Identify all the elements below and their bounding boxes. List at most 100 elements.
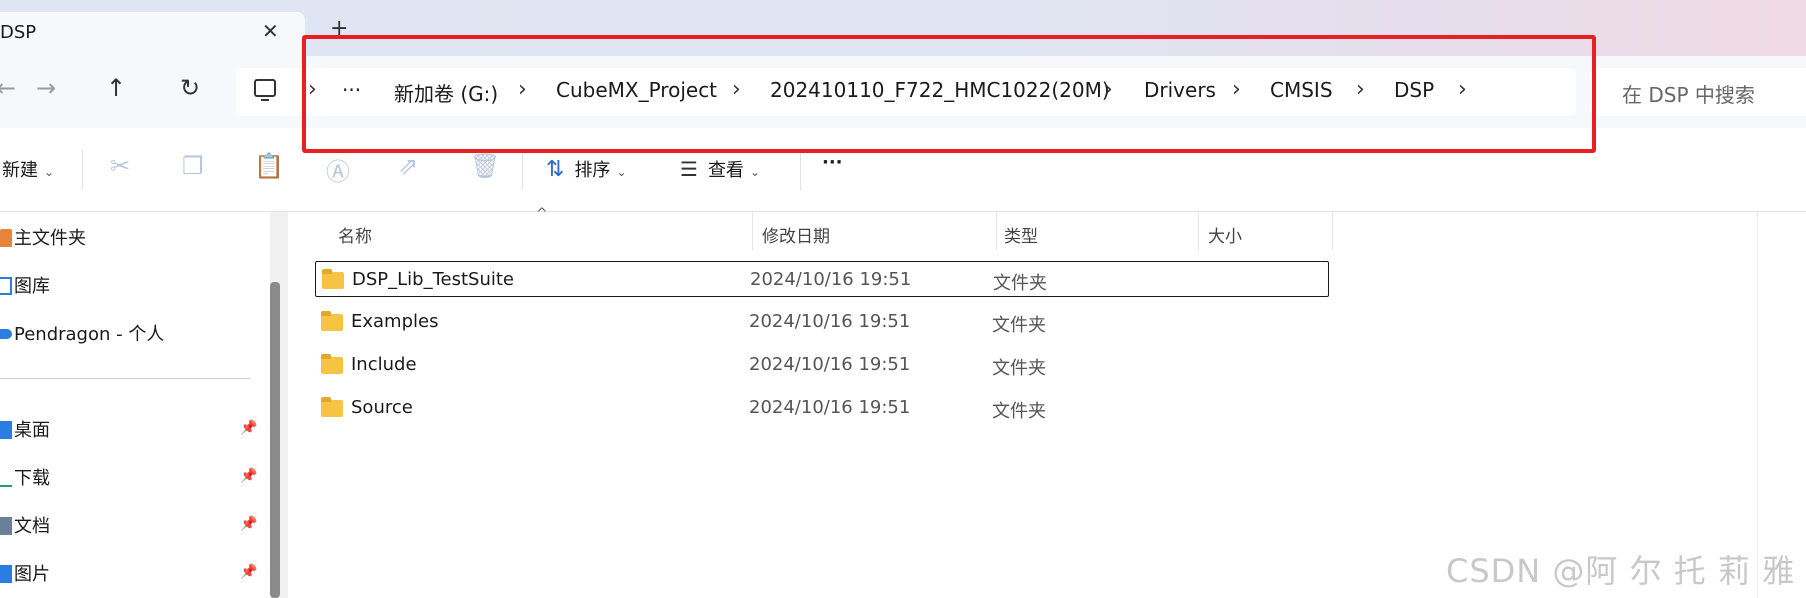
arrow-left-icon[interactable]: ← <box>0 74 16 102</box>
close-icon[interactable]: ✕ <box>262 19 279 43</box>
paste-icon[interactable]: 📋 <box>254 152 284 180</box>
column-header-modified[interactable]: 修改日期 <box>762 222 830 247</box>
sidebar-item-label: Pendragon - 个人 <box>14 324 165 345</box>
new-label: 新建 <box>2 160 38 181</box>
gallery-icon <box>0 277 12 295</box>
sidebar-item-label: 文档 <box>14 516 50 537</box>
folder-icon <box>322 269 344 289</box>
chevron-right-icon[interactable]: › <box>732 77 741 102</box>
download-icon <box>0 469 12 487</box>
refresh-icon[interactable]: ↻ <box>180 74 200 102</box>
column-header-size[interactable]: 大小 <box>1208 222 1242 247</box>
breadcrumb-folder[interactable]: 202410110_F722_HMC1022(20M) <box>770 78 1110 102</box>
sidebar-item-onedrive[interactable]: Pendragon - 个人 <box>0 320 164 346</box>
chevron-right-icon[interactable]: › <box>1104 77 1113 102</box>
divider <box>522 150 523 190</box>
column-divider[interactable] <box>996 212 997 250</box>
sidebar-item-desktop[interactable]: 桌面 <box>0 416 50 442</box>
column-divider[interactable] <box>1332 212 1333 250</box>
folder-icon <box>321 354 343 374</box>
column-header-type[interactable]: 类型 <box>1004 222 1038 247</box>
view-icon: ☰ <box>680 157 698 181</box>
sidebar-divider <box>0 378 250 379</box>
tab-dsp[interactable]: DSP ✕ <box>0 12 305 62</box>
sidebar-item-label: 主文件夹 <box>14 228 86 249</box>
chevron-down-icon: ⌄ <box>616 165 627 179</box>
column-divider[interactable] <box>1198 212 1199 250</box>
breadcrumb-drive[interactable]: 新加卷 (G:) <box>394 78 498 107</box>
address-bar[interactable]: › ··· 新加卷 (G:) › CubeMX_Project › 202410… <box>236 68 1576 116</box>
plus-icon[interactable]: + <box>330 16 348 41</box>
sort-ascending-icon: ^ <box>536 206 548 222</box>
file-name: Source <box>351 397 413 418</box>
this-pc-icon[interactable] <box>254 79 276 101</box>
file-type: 文件夹 <box>992 358 1046 379</box>
cut-icon[interactable]: ✂ <box>110 152 130 180</box>
table-row[interactable]: DSP_Lib_TestSuite 2024/10/16 19:51 文件夹 <box>315 261 1329 297</box>
search-box[interactable]: 在 DSP 中搜索 <box>1590 68 1806 116</box>
file-modified: 2024/10/16 19:51 <box>750 269 912 290</box>
file-modified: 2024/10/16 19:51 <box>749 397 911 418</box>
share-icon[interactable]: ⇗ <box>398 152 418 180</box>
pin-icon[interactable]: 📌 <box>240 420 257 436</box>
sort-label: 排序 <box>574 160 611 181</box>
file-name: DSP_Lib_TestSuite <box>352 269 515 290</box>
sidebar-item-gallery[interactable]: 图库 <box>0 272 50 298</box>
arrow-right-icon[interactable]: → <box>36 74 56 102</box>
breadcrumb-dsp[interactable]: DSP <box>1394 78 1434 102</box>
column-divider[interactable] <box>752 212 753 250</box>
sort-button[interactable]: ⇅ 排序 ⌄ <box>546 156 627 182</box>
file-name: Examples <box>351 311 439 332</box>
table-row[interactable]: Source 2024/10/16 19:51 文件夹 <box>315 390 1329 426</box>
column-header-name[interactable]: 名称 <box>338 222 372 247</box>
tab-strip: DSP ✕ + <box>0 0 1806 62</box>
breadcrumb-more[interactable]: ··· <box>342 78 361 102</box>
address-row: ← → ↑ ↻ › ··· 新加卷 (G:) › CubeMX_Project … <box>0 56 1806 128</box>
sidebar-item-label: 图库 <box>14 276 50 297</box>
pin-icon[interactable]: 📌 <box>240 468 257 484</box>
onedrive-icon <box>0 329 12 339</box>
divider <box>82 150 83 190</box>
view-button[interactable]: ☰ 查看 ⌄ <box>680 156 760 182</box>
sidebar-item-pictures[interactable]: 图片 <box>0 560 50 586</box>
sidebar-item-home[interactable]: 主文件夹 <box>0 224 86 250</box>
breadcrumb-cmsis[interactable]: CMSIS <box>1270 78 1333 102</box>
search-placeholder: 在 DSP 中搜索 <box>1622 83 1755 107</box>
chevron-right-icon[interactable]: › <box>1458 77 1467 102</box>
sidebar-item-label: 图片 <box>14 564 50 585</box>
folder-icon <box>321 311 343 331</box>
copy-icon[interactable]: ❐ <box>182 152 204 180</box>
rename-icon[interactable]: Ⓐ <box>326 152 350 187</box>
command-bar: 新建 ⌄ ✂ ❐ 📋 Ⓐ ⇗ 🗑 ⇅ 排序 ⌄ ☰ 查看 ⌄ ··· <box>0 128 1806 212</box>
desktop-icon <box>0 421 12 439</box>
chevron-right-icon[interactable]: › <box>1232 77 1241 102</box>
file-type: 文件夹 <box>992 401 1046 422</box>
documents-icon <box>0 517 12 535</box>
breadcrumb-project[interactable]: CubeMX_Project <box>556 78 717 102</box>
more-options-button[interactable]: ··· <box>822 152 843 173</box>
arrow-up-icon[interactable]: ↑ <box>106 74 126 102</box>
chevron-right-icon[interactable]: › <box>1356 77 1365 102</box>
chevron-right-icon[interactable]: › <box>518 77 527 102</box>
pin-icon[interactable]: 📌 <box>240 564 257 580</box>
table-row[interactable]: Examples 2024/10/16 19:51 文件夹 <box>315 304 1329 340</box>
delete-icon[interactable]: 🗑 <box>470 152 500 180</box>
new-button[interactable]: 新建 ⌄ <box>2 156 54 182</box>
view-label: 查看 <box>707 160 744 181</box>
chevron-right-icon[interactable]: › <box>308 77 317 102</box>
sidebar-item-label: 下载 <box>14 468 50 489</box>
table-row[interactable]: Include 2024/10/16 19:51 文件夹 <box>315 347 1329 383</box>
sidebar-item-documents[interactable]: 文档 <box>0 512 50 538</box>
file-modified: 2024/10/16 19:51 <box>749 311 911 332</box>
breadcrumb-drivers[interactable]: Drivers <box>1144 78 1216 102</box>
file-name: Include <box>351 354 417 375</box>
sort-icon: ⇅ <box>546 157 565 182</box>
tab-title: DSP <box>0 22 37 43</box>
pin-icon[interactable]: 📌 <box>240 516 257 532</box>
watermark: CSDN @阿 尔 托 莉 雅 <box>1446 552 1796 590</box>
divider <box>800 150 801 190</box>
sidebar-scrollbar-thumb[interactable] <box>270 282 280 598</box>
chevron-down-icon: ⌄ <box>749 165 760 179</box>
sidebar-item-downloads[interactable]: 下载 <box>0 464 50 490</box>
file-type: 文件夹 <box>992 315 1046 336</box>
